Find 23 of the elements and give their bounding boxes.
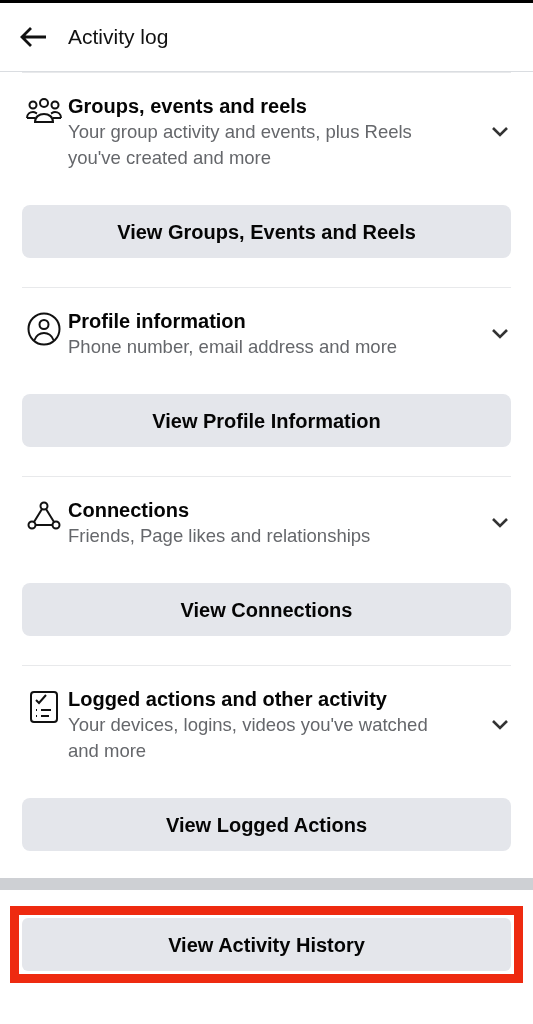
view-button[interactable]: View Logged Actions xyxy=(22,798,511,851)
chevron-icon[interactable] xyxy=(491,126,509,138)
section-subtitle: Your devices, logins, videos you've watched and more xyxy=(68,713,429,763)
view-button[interactable]: View Profile Information xyxy=(22,394,511,447)
section-title: Profile information xyxy=(68,309,247,334)
section-subtitle: Your group activity and events, plus Reels you've created and more xyxy=(68,120,413,170)
view-button[interactable]: View Connections xyxy=(22,583,511,636)
page-title: Activity log xyxy=(68,24,169,51)
back-arrow-icon[interactable] xyxy=(18,25,48,49)
section-subtitle: Friends, Page likes and relationships xyxy=(68,524,372,548)
checklist-icon xyxy=(29,690,59,724)
chevron-icon[interactable] xyxy=(491,517,509,529)
section-title: Connections xyxy=(68,498,191,523)
chevron-icon[interactable] xyxy=(491,719,509,731)
person-circle-icon xyxy=(27,312,61,346)
section-title: Groups, events and reels xyxy=(68,94,308,119)
view-button[interactable]: View Groups, Events and Reels xyxy=(22,205,511,258)
view-activity-history-button[interactable]: View Activity History xyxy=(22,918,511,971)
section-subtitle: Phone number, email address and more xyxy=(68,335,399,359)
chevron-icon[interactable] xyxy=(491,328,509,340)
network-icon xyxy=(27,501,61,531)
people-group-icon xyxy=(25,97,63,125)
section-title: Logged actions and other activity xyxy=(68,687,388,712)
